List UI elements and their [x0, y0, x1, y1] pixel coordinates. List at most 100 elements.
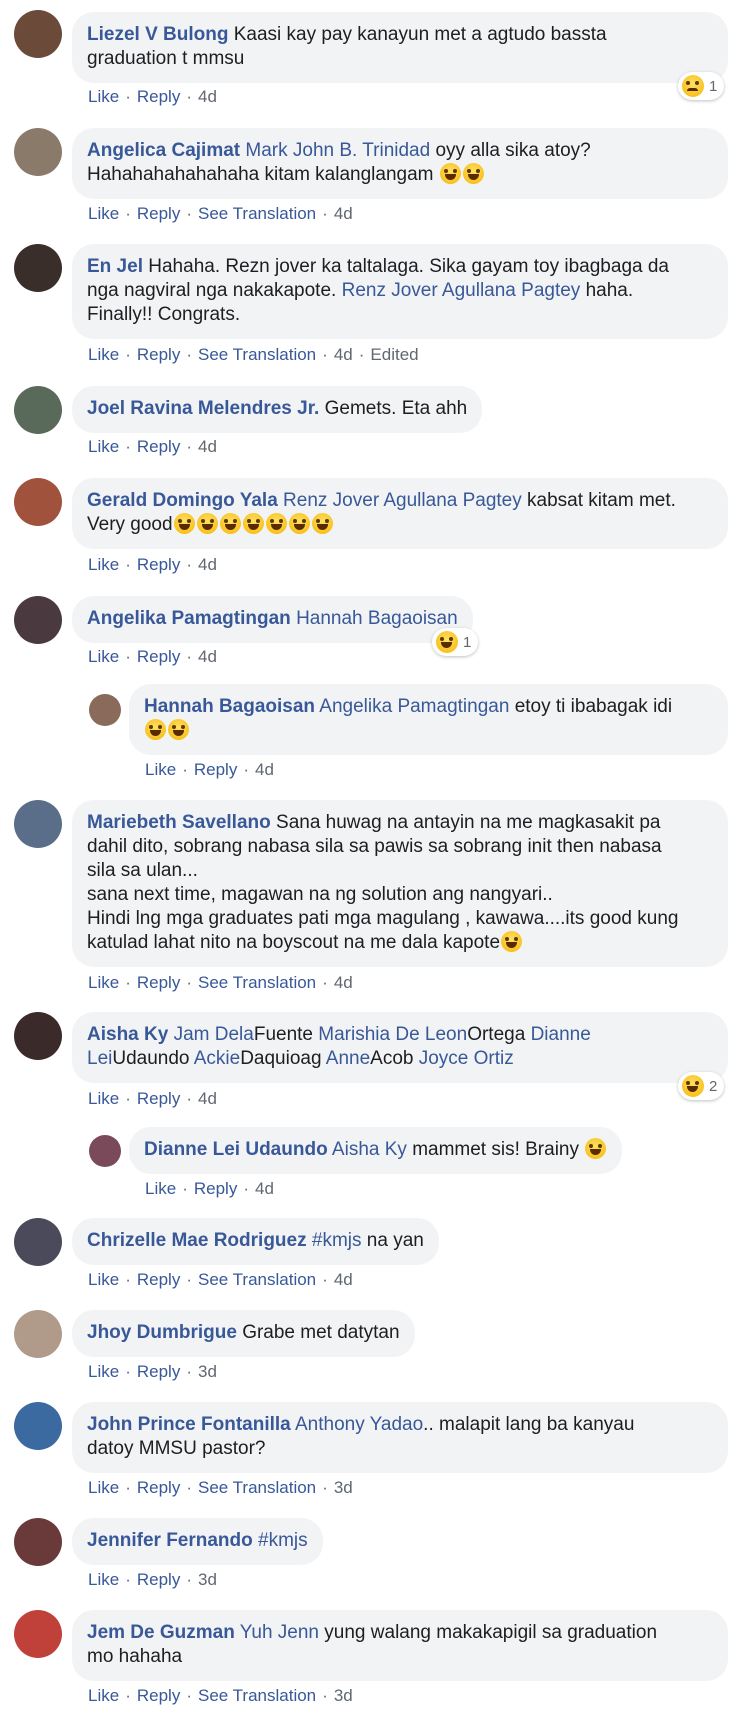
mention-link[interactable]: Dianne	[531, 1024, 591, 1045]
timestamp[interactable]: 4d	[198, 1089, 217, 1108]
reply-link[interactable]: Reply	[137, 1478, 180, 1497]
comment-author[interactable]: Angelika Pamagtingan	[87, 608, 291, 629]
see-translation-link[interactable]: See Translation	[198, 973, 316, 992]
like-link[interactable]: Like	[88, 437, 119, 456]
mention-link[interactable]: Hannah Bagaoisan	[296, 608, 458, 629]
mention-link[interactable]: Anthony Yadao	[295, 1414, 423, 1435]
avatar[interactable]	[14, 1610, 62, 1658]
comment-author[interactable]: Joel Ravina Melendres Jr.	[87, 398, 319, 419]
mention-link[interactable]: Renz Jover Agullana Pagtey	[283, 490, 522, 511]
reply-link[interactable]: Reply	[194, 760, 237, 779]
see-translation-link[interactable]: See Translation	[198, 1270, 316, 1289]
see-translation-link[interactable]: See Translation	[198, 1478, 316, 1497]
hashtag-link[interactable]: #kmjs	[312, 1230, 362, 1251]
mention-link[interactable]: Yuh Jenn	[240, 1622, 319, 1643]
timestamp[interactable]: 4d	[198, 647, 217, 666]
reply-link[interactable]: Reply	[137, 87, 180, 106]
reply-link[interactable]: Reply	[137, 647, 180, 666]
like-link[interactable]: Like	[88, 1362, 119, 1381]
avatar[interactable]	[14, 800, 62, 848]
timestamp[interactable]: 3d	[334, 1686, 353, 1705]
mention-link[interactable]: Angelika Pamagtingan	[319, 696, 509, 717]
reply-link[interactable]: Reply	[137, 973, 180, 992]
timestamp[interactable]: 3d	[334, 1478, 353, 1497]
comment-author[interactable]: Angelica Cajimat	[87, 140, 240, 161]
timestamp[interactable]: 4d	[334, 345, 353, 364]
avatar[interactable]	[14, 10, 62, 58]
reply-link[interactable]: Reply	[137, 437, 180, 456]
like-link[interactable]: Like	[88, 1478, 119, 1497]
avatar[interactable]	[14, 1402, 62, 1450]
comment-author[interactable]: Chrizelle Mae Rodriguez	[87, 1230, 307, 1251]
comment-author[interactable]: Liezel V Bulong	[87, 24, 228, 45]
comment-author[interactable]: Jem De Guzman	[87, 1622, 235, 1643]
timestamp[interactable]: 4d	[198, 437, 217, 456]
timestamp[interactable]: 4d	[334, 1270, 353, 1289]
like-link[interactable]: Like	[88, 973, 119, 992]
like-link[interactable]: Like	[145, 1179, 176, 1198]
hashtag-link[interactable]: #kmjs	[258, 1530, 308, 1551]
mention-link[interactable]: Mark John B. Trinidad	[245, 140, 430, 161]
reply-link[interactable]: Reply	[137, 1362, 180, 1381]
mention-link[interactable]: Lei	[87, 1048, 112, 1069]
avatar[interactable]	[14, 1012, 62, 1060]
comment-author[interactable]: Dianne Lei Udaundo	[144, 1139, 328, 1160]
avatar[interactable]	[14, 478, 62, 526]
like-link[interactable]: Like	[88, 647, 119, 666]
mention-link[interactable]: Aisha Ky	[332, 1139, 407, 1160]
avatar[interactable]	[89, 1135, 121, 1167]
like-link[interactable]: Like	[145, 760, 176, 779]
reply-link[interactable]: Reply	[137, 1089, 180, 1108]
reply-link[interactable]: Reply	[194, 1179, 237, 1198]
timestamp[interactable]: 4d	[255, 760, 274, 779]
like-link[interactable]: Like	[88, 1686, 119, 1705]
like-link[interactable]: Like	[88, 87, 119, 106]
like-link[interactable]: Like	[88, 1089, 119, 1108]
mention-link[interactable]: Anne	[326, 1048, 370, 1069]
avatar[interactable]	[14, 1518, 62, 1566]
see-translation-link[interactable]: See Translation	[198, 1686, 316, 1705]
reply-link[interactable]: Reply	[137, 1270, 180, 1289]
timestamp[interactable]: 4d	[198, 87, 217, 106]
reaction-badge[interactable]: 2	[678, 1072, 725, 1100]
avatar[interactable]	[14, 244, 62, 292]
see-translation-link[interactable]: See Translation	[198, 345, 316, 364]
comment-author[interactable]: Aisha Ky	[87, 1024, 168, 1045]
avatar[interactable]	[14, 1310, 62, 1358]
avatar[interactable]	[14, 1218, 62, 1266]
mention-link[interactable]: Marishia De Leon	[318, 1024, 467, 1045]
mention-link[interactable]: Jam Dela	[174, 1024, 254, 1045]
timestamp[interactable]: 4d	[198, 555, 217, 574]
avatar[interactable]	[14, 386, 62, 434]
reply-link[interactable]: Reply	[137, 345, 180, 364]
timestamp[interactable]: 4d	[255, 1179, 274, 1198]
comment-author[interactable]: Jhoy Dumbrigue	[87, 1322, 237, 1343]
like-link[interactable]: Like	[88, 204, 119, 223]
comment-author[interactable]: En Jel	[87, 256, 143, 277]
reply-link[interactable]: Reply	[137, 555, 180, 574]
comment-author[interactable]: John Prince Fontanilla	[87, 1414, 291, 1435]
avatar[interactable]	[14, 596, 62, 644]
reaction-badge[interactable]: 1	[432, 628, 479, 656]
avatar[interactable]	[89, 694, 121, 726]
avatar[interactable]	[14, 128, 62, 176]
reply-link[interactable]: Reply	[137, 1570, 180, 1589]
reaction-badge[interactable]: 1	[678, 72, 725, 100]
like-link[interactable]: Like	[88, 555, 119, 574]
like-link[interactable]: Like	[88, 345, 119, 364]
reply-link[interactable]: Reply	[137, 204, 180, 223]
like-link[interactable]: Like	[88, 1270, 119, 1289]
timestamp[interactable]: 3d	[198, 1570, 217, 1589]
comment-author[interactable]: Jennifer Fernando	[87, 1530, 253, 1551]
comment-author[interactable]: Hannah Bagaoisan	[144, 696, 315, 717]
reply-link[interactable]: Reply	[137, 1686, 180, 1705]
comment-author[interactable]: Mariebeth Savellano	[87, 812, 271, 833]
comment-author[interactable]: Gerald Domingo Yala	[87, 490, 278, 511]
mention-link[interactable]: Joyce Ortiz	[419, 1048, 514, 1069]
mention-link[interactable]: Ackie	[194, 1048, 240, 1069]
timestamp[interactable]: 3d	[198, 1362, 217, 1381]
timestamp[interactable]: 4d	[334, 973, 353, 992]
timestamp[interactable]: 4d	[334, 204, 353, 223]
like-link[interactable]: Like	[88, 1570, 119, 1589]
see-translation-link[interactable]: See Translation	[198, 204, 316, 223]
